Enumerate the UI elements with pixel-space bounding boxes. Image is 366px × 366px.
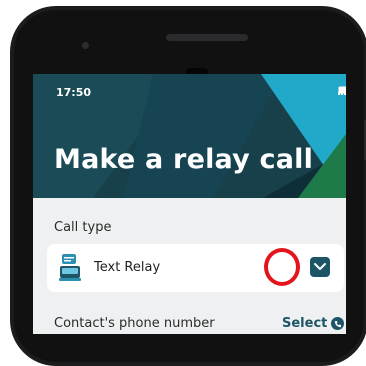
text-relay-icon xyxy=(59,254,81,281)
call-type-value: Text Relay xyxy=(94,260,161,275)
hero-banner: 17:50 Make a relay call xyxy=(33,74,346,198)
select-contact-label: Select xyxy=(282,316,328,331)
call-type-label: Call type xyxy=(54,220,112,235)
battery-icon xyxy=(338,86,346,94)
select-contact-link[interactable]: Select xyxy=(282,316,345,331)
phone-icon xyxy=(331,317,345,330)
page-title: Make a relay call xyxy=(54,144,314,175)
app-screen: 17:50 Make a relay call Call type Text R… xyxy=(33,74,346,334)
call-type-dropdown-button[interactable] xyxy=(310,257,330,277)
chevron-down-icon xyxy=(314,263,326,270)
contact-phone-label: Contact's phone number xyxy=(54,316,215,331)
highlight-annotation-ring xyxy=(264,248,300,286)
earpiece xyxy=(166,34,248,41)
status-time: 17:50 xyxy=(56,86,92,99)
proximity-sensor xyxy=(82,42,89,49)
